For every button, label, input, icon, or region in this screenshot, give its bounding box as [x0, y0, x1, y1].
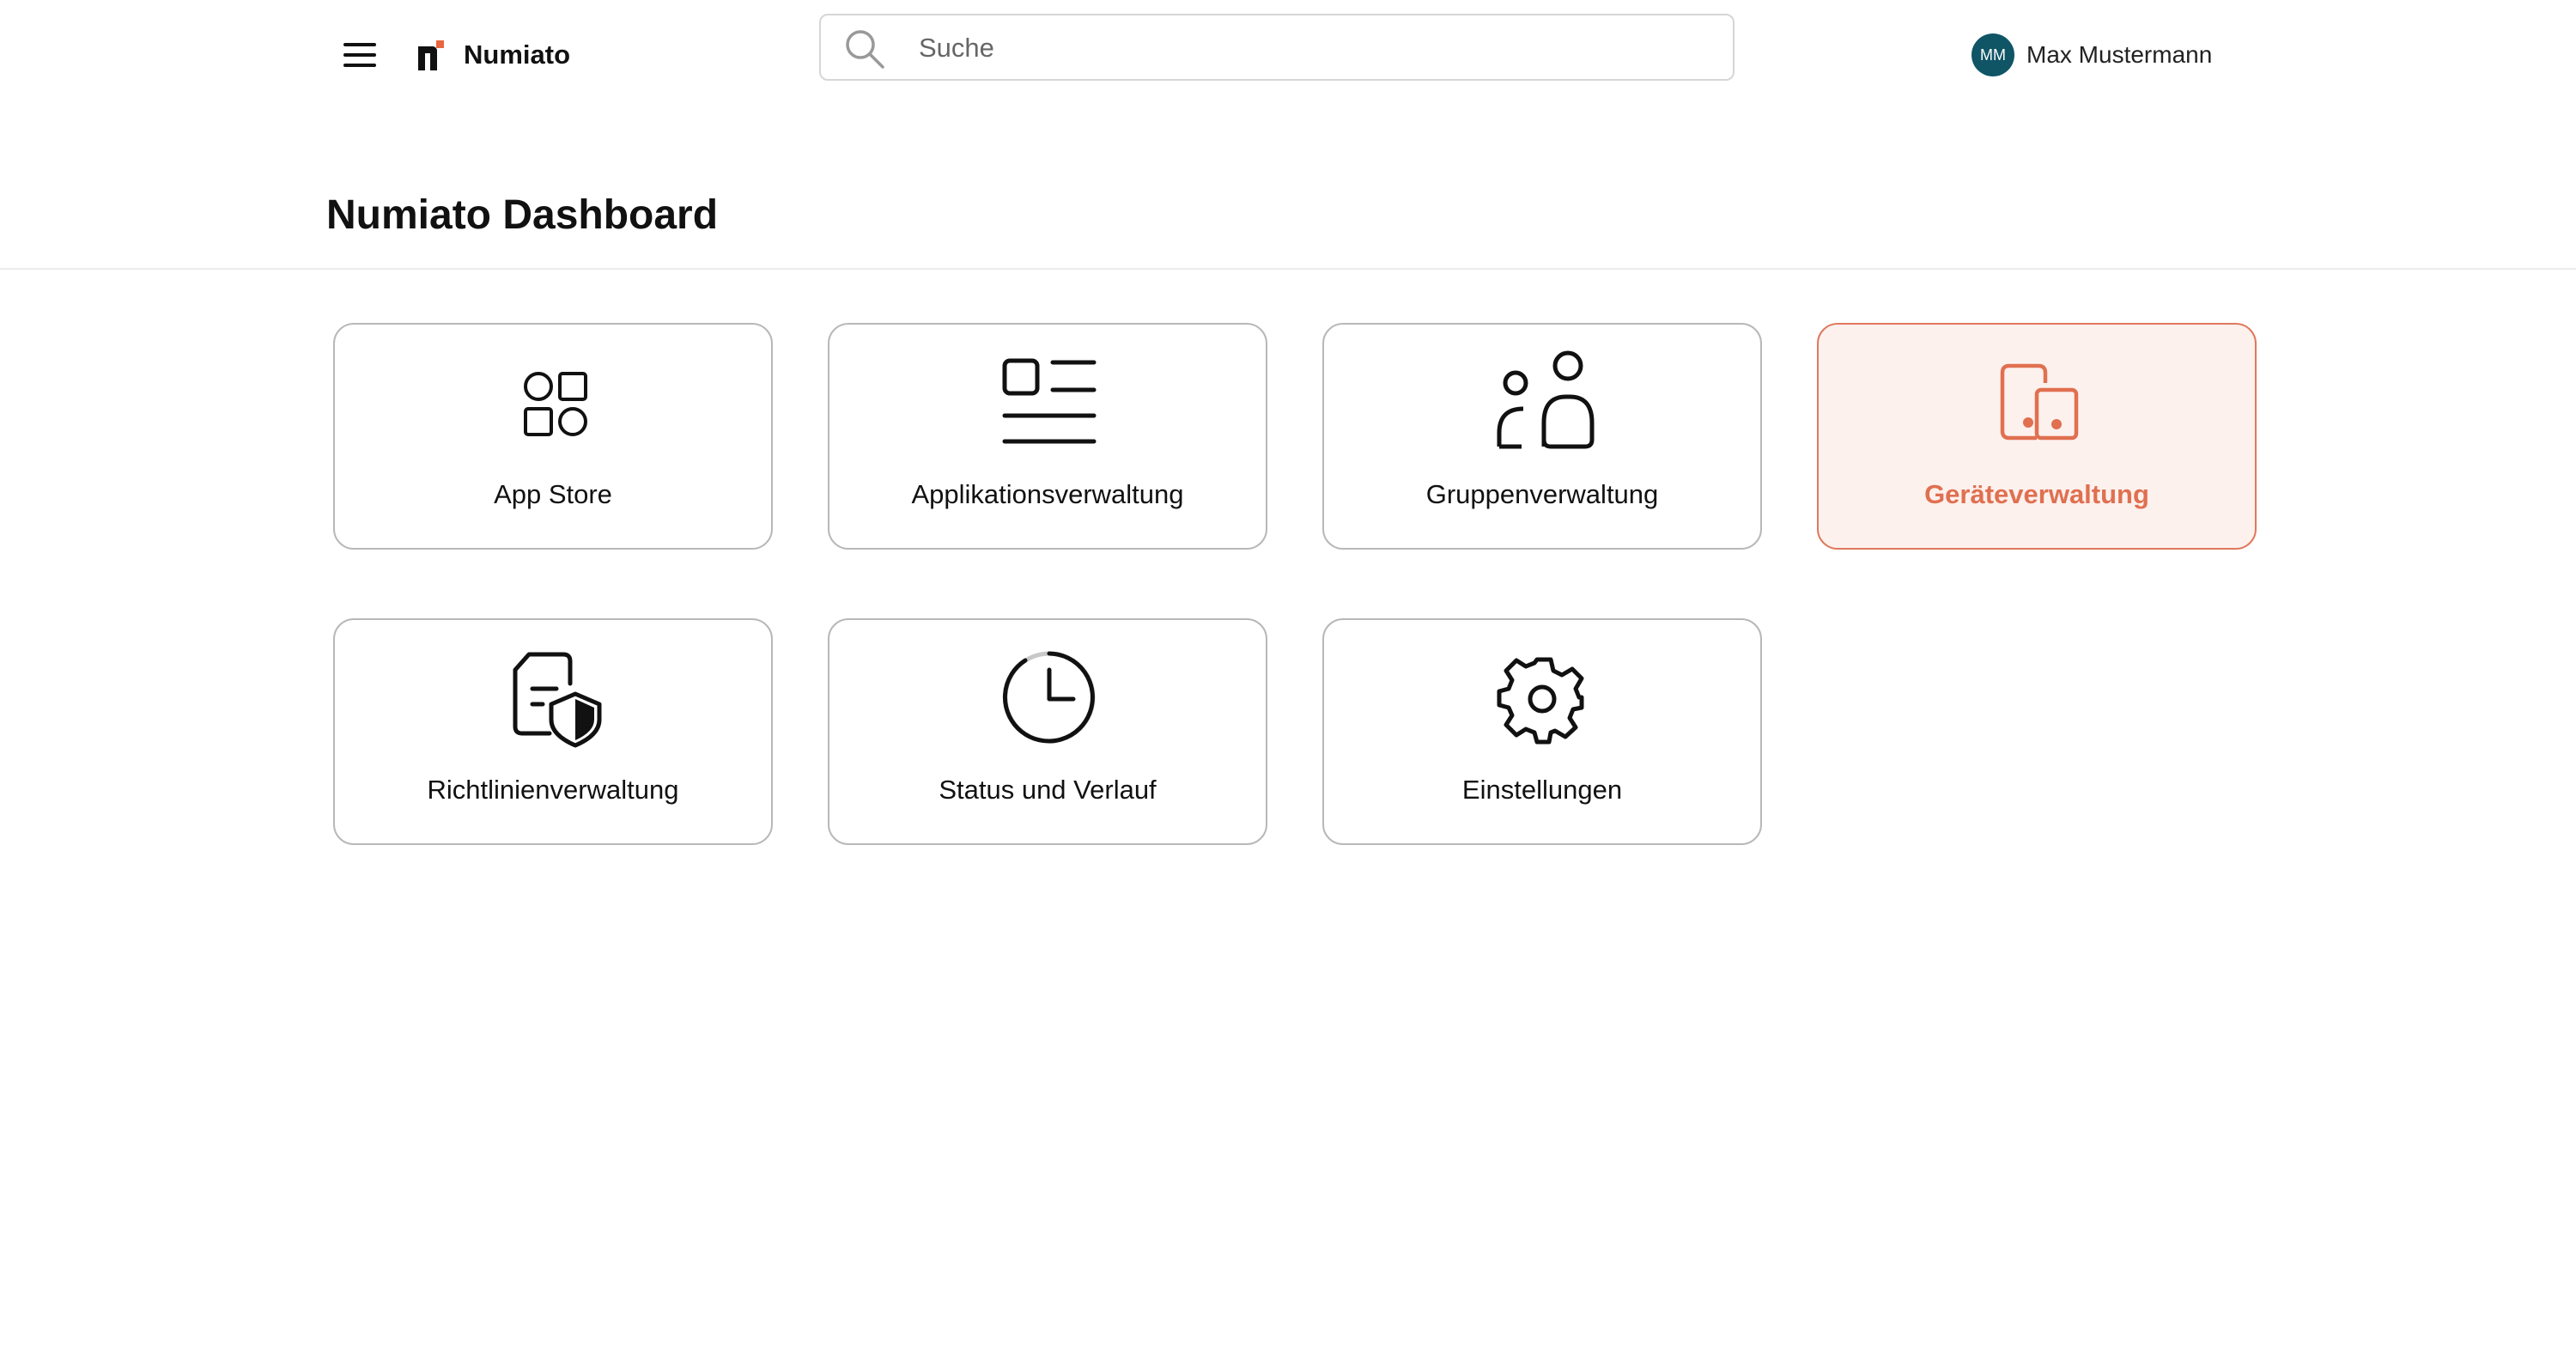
avatar: MM — [1971, 33, 2014, 76]
people-icon — [1497, 350, 1595, 449]
gear-icon — [1497, 657, 1584, 745]
search-input[interactable] — [917, 15, 1693, 81]
tile-applikationsverwaltung[interactable]: Applikationsverwaltung — [828, 323, 1267, 550]
list-icon — [1002, 358, 1097, 444]
search-icon — [846, 30, 884, 69]
tile-label: Gruppenverwaltung — [1425, 479, 1659, 509]
clock-icon — [1002, 651, 1096, 744]
tile-label: Geräteverwaltung — [1924, 479, 2149, 509]
tile-gruppenverwaltung[interactable]: Gruppenverwaltung — [1322, 323, 1762, 550]
tile-status-und-verlauf[interactable]: Status und Verlauf — [828, 618, 1267, 845]
devices-icon — [2000, 363, 2079, 441]
user-menu[interactable]: MM Max Mustermann — [1971, 33, 2212, 77]
page-title: Numiato Dashboard — [326, 192, 719, 238]
tile-label: App Store — [494, 479, 612, 509]
search-bar[interactable] — [819, 14, 1735, 81]
hamburger-menu-icon[interactable] — [342, 38, 380, 72]
tile-app-store[interactable]: App Store — [333, 323, 773, 550]
top-bar: Numiato MM Max Mustermann — [0, 0, 2576, 112]
document-shield-icon — [513, 652, 602, 748]
user-name: Max Mustermann — [2026, 41, 2213, 68]
tile-label: Status und Verlauf — [939, 775, 1157, 805]
tile-einstellungen[interactable]: Einstellungen — [1322, 618, 1762, 845]
tile-label: Applikationsverwaltung — [911, 479, 1184, 509]
tile-label: Einstellungen — [1461, 775, 1623, 805]
tile-label: Richtlinienverwaltung — [427, 775, 679, 805]
app-name[interactable]: Numiato — [464, 36, 570, 74]
numiato-logo-icon[interactable] — [416, 38, 445, 72]
tile-richtlinienverwaltung[interactable]: Richtlinienverwaltung — [333, 618, 773, 845]
tile-geraeteverwaltung[interactable]: Geräteverwaltung — [1817, 323, 2257, 550]
app-grid-icon — [524, 372, 587, 436]
divider — [0, 268, 2576, 270]
